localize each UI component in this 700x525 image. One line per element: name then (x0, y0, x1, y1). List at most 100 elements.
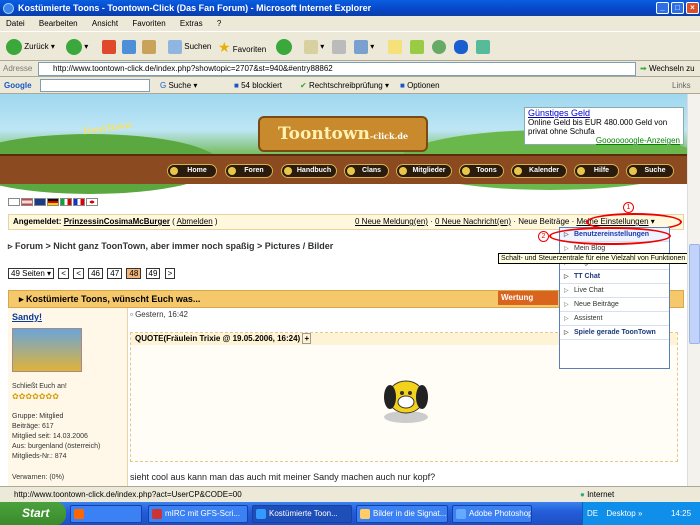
page-49[interactable]: 49 (145, 268, 161, 279)
rating-label: Wertung (498, 291, 558, 305)
warn-level[interactable]: Verwarnen: (0%) (12, 474, 64, 481)
nav-mitglieder[interactable]: Mitglieder (396, 164, 452, 178)
breadcrumb-cat[interactable]: Pictures / Bilder (265, 241, 334, 251)
flag-icon[interactable] (8, 198, 20, 206)
edit-button[interactable]: ▾ (354, 38, 374, 56)
quote-expand-icon[interactable]: + (302, 333, 312, 344)
scrollbar-thumb[interactable] (689, 244, 700, 344)
menu-assistent[interactable]: Assistent (560, 312, 669, 326)
google-ad[interactable]: Günstiges Geld Online Geld bis EUR 480.0… (524, 107, 684, 145)
it-flag-icon[interactable] (60, 198, 72, 206)
menu-datei[interactable]: Datei (6, 19, 25, 28)
extra-tool-button[interactable] (476, 38, 490, 56)
nav-hilfe[interactable]: Hilfe (574, 164, 619, 178)
task-mirc[interactable]: mIRC mit GFS-Scri... (148, 505, 248, 523)
address-input[interactable]: http://www.toontown-click.de/index.php?s… (38, 62, 636, 76)
bluetooth-button[interactable] (454, 38, 468, 56)
favorites-button[interactable]: ★ Favoriten (218, 38, 266, 56)
google-search-input[interactable] (40, 79, 150, 92)
fr-flag-icon[interactable] (73, 198, 85, 206)
quicklaunch[interactable] (70, 505, 142, 523)
go-button[interactable]: ➡ Wechseln zu (640, 61, 695, 77)
page-scrollbar[interactable] (687, 94, 700, 486)
de-flag-icon[interactable] (47, 198, 59, 206)
ad-title[interactable]: Günstiges Geld (528, 109, 680, 118)
ad-link[interactable]: Gooooooogle-Anzeigen (528, 136, 680, 145)
page-47[interactable]: 47 (107, 268, 123, 279)
menu-bearbeiten[interactable]: Bearbeiten (39, 19, 78, 28)
folder-icon (360, 509, 370, 519)
mail-icon (304, 39, 318, 54)
task-ie[interactable]: Kostümierte Toon... (252, 505, 352, 523)
task-photoshop[interactable]: Adobe Photoshop (452, 505, 532, 523)
uk-flag-icon[interactable] (34, 198, 46, 206)
maximize-button[interactable]: □ (671, 2, 684, 14)
page-prev[interactable]: < (73, 268, 84, 279)
nav-foren[interactable]: Foren (225, 164, 273, 178)
author-name[interactable]: Sandy! (12, 312, 42, 322)
breadcrumb-sub[interactable]: Nicht ganz ToonTown, aber immer noch spa… (53, 241, 254, 251)
google-search-button[interactable]: G Suche ▾ (160, 77, 197, 94)
new-posts-link[interactable]: Neue Beiträge (518, 217, 569, 226)
page-first[interactable]: < (58, 268, 69, 279)
flowers-icon: ✿✿✿✿✿✿✿ (12, 392, 59, 401)
menu-favoriten[interactable]: Favoriten (132, 19, 165, 28)
photoshop-icon (456, 509, 466, 519)
desktop-toolbar[interactable]: Desktop (606, 509, 635, 518)
minimize-button[interactable]: _ (656, 2, 669, 14)
forward-button[interactable]: ▾ (66, 38, 88, 56)
task-folder[interactable]: Bilder in die Signat... (356, 505, 448, 523)
discuss-button[interactable] (388, 38, 402, 56)
toontown-logo[interactable]: Toontown-click.de (258, 116, 428, 152)
messages-link[interactable]: 0 Neue Nachricht(en) (435, 217, 511, 226)
calendar-icon (514, 167, 522, 175)
gear-button[interactable] (432, 38, 446, 56)
menu-extras[interactable]: Extras (180, 19, 203, 28)
page-next[interactable]: > (164, 268, 176, 279)
pages-dropdown[interactable]: 49 Seiten ▾ (8, 268, 55, 279)
popup-blocked-button[interactable]: ■ 54 blockiert (234, 77, 282, 94)
history-button[interactable] (276, 38, 292, 56)
user-link[interactable]: PrinzessinCosimaMcBurger (64, 217, 170, 226)
menu-tt-chat[interactable]: TT Chat (560, 270, 669, 284)
nav-home[interactable]: Home (167, 164, 217, 178)
menu-ansicht[interactable]: Ansicht (92, 19, 118, 28)
messenger-button[interactable] (410, 38, 424, 56)
nav-clans[interactable]: Clans (344, 164, 389, 178)
close-button[interactable]: × (686, 2, 699, 14)
spellcheck-button[interactable]: ✔ Rechtschreibprüfung ▾ (300, 77, 389, 94)
language-indicator[interactable]: DE (587, 509, 598, 518)
mirc-icon (152, 509, 162, 519)
menu-help[interactable]: ? (217, 19, 221, 28)
nav-handbuch[interactable]: Handbuch (281, 164, 337, 178)
start-button[interactable]: Start (0, 502, 66, 525)
back-button[interactable]: Zurück ▾ (6, 38, 55, 56)
logout-link[interactable]: Abmelden (177, 217, 213, 226)
options-button[interactable]: ■ Optionen (400, 77, 440, 94)
nav-suche[interactable]: Suche (626, 164, 674, 178)
help-icon (577, 167, 585, 175)
home-button[interactable] (142, 38, 156, 56)
menu-live-chat[interactable]: Live Chat (560, 284, 669, 298)
home-icon (170, 167, 178, 175)
refresh-button[interactable] (122, 38, 136, 56)
nav-kalender[interactable]: Kalender (511, 164, 567, 178)
jp-flag-icon[interactable] (86, 198, 98, 206)
menu-bar: Datei Bearbeiten Ansicht Favoriten Extra… (0, 16, 700, 31)
print-button[interactable] (332, 38, 346, 56)
menu-spiele-toontown[interactable]: Spiele gerade ToonTown (560, 326, 669, 340)
page-48: 48 (126, 268, 142, 279)
stop-button[interactable] (102, 38, 116, 56)
links-label[interactable]: Links (672, 77, 691, 94)
mail-button[interactable]: ▾ (304, 38, 324, 56)
author-info: Schließt Euch an! ✿✿✿✿✿✿✿ Gruppe: Mitgli… (12, 382, 100, 462)
menu-neue-beitraege[interactable]: Neue Beiträge (560, 298, 669, 312)
breadcrumb-forum[interactable]: Forum (15, 241, 43, 251)
home-icon (142, 39, 156, 54)
nav-toons[interactable]: Toons (459, 164, 504, 178)
notifications-link[interactable]: 0 Neue Meldung(en) (355, 217, 428, 226)
bluetooth-icon (454, 39, 468, 54)
search-button[interactable]: Suchen (168, 38, 211, 56)
page-46[interactable]: 46 (88, 268, 104, 279)
us-flag-icon[interactable] (21, 198, 33, 206)
